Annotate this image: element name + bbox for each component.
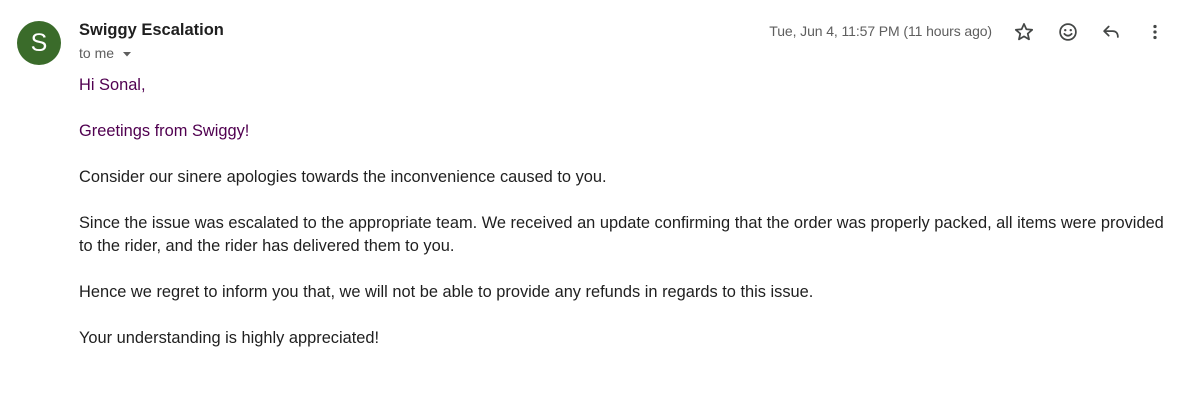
recipient-details-toggle[interactable]: to me	[79, 45, 133, 61]
emoji-reaction-icon	[1057, 21, 1079, 43]
more-vertical-icon	[1144, 21, 1166, 43]
message-greeting: Hi Sonal,	[79, 76, 146, 94]
more-options-button[interactable]	[1141, 18, 1169, 46]
message-closing: Your understanding is highly appreciated…	[79, 329, 380, 347]
sender-avatar[interactable]: S	[17, 21, 61, 65]
star-button[interactable]	[1010, 18, 1038, 46]
chevron-down-icon[interactable]	[121, 47, 133, 59]
message-update: Since the issue was escalated to the app…	[79, 214, 1164, 255]
message-body: Hi Sonal, Greetings from Swiggy! Conside…	[79, 74, 1169, 373]
recipient-text: to me	[79, 45, 115, 61]
message-timestamp: Tue, Jun 4, 11:57 PM (11 hours ago)	[769, 23, 992, 39]
avatar-initial: S	[30, 28, 48, 57]
reply-icon	[1100, 21, 1122, 43]
add-reaction-button[interactable]	[1054, 18, 1082, 46]
star-icon	[1013, 21, 1035, 43]
sender-name[interactable]: Swiggy Escalation	[79, 21, 224, 40]
message-decision: Hence we regret to inform you that, we w…	[79, 283, 814, 301]
reply-button[interactable]	[1097, 18, 1125, 46]
message-intro: Greetings from Swiggy!	[79, 122, 250, 140]
message-apology: Consider our sinere apologies towards th…	[79, 168, 607, 186]
